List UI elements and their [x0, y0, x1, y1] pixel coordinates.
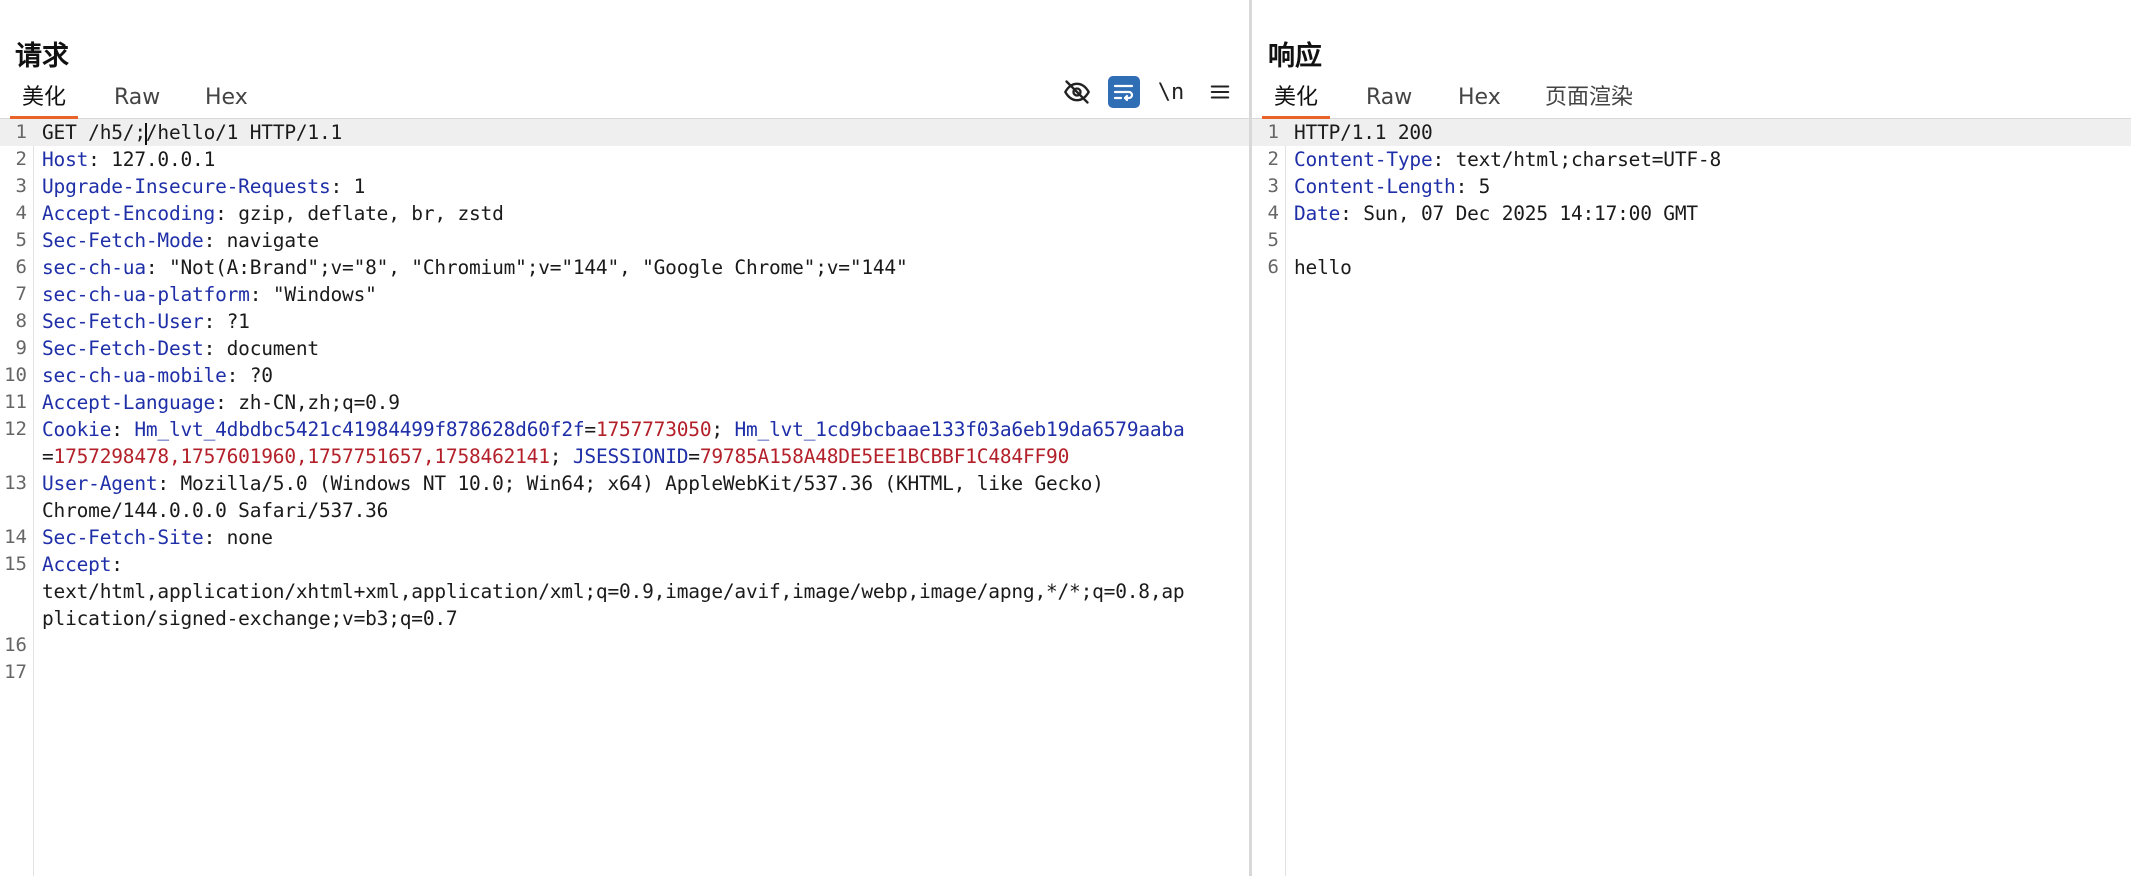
request-pane: 请求 美化 Raw Hex \n 1 GET /h5/;/hello/1 HTT…	[0, 0, 1249, 876]
response-tabs: 美化 Raw Hex 页面渲染	[1252, 80, 2131, 119]
tab-render[interactable]: 页面渲染	[1545, 84, 1633, 118]
header-line: 8 Sec-Fetch-User: ?1	[15, 310, 250, 333]
cookie-value: 1757773050	[595, 418, 712, 441]
tab-raw[interactable]: Raw	[1366, 84, 1412, 118]
response-pane: 响应 美化 Raw Hex 页面渲染 1 HTTP/1.1 200 2 Cont…	[1252, 0, 2131, 876]
tab-raw[interactable]: Raw	[114, 84, 160, 118]
header-line: 11 Accept-Language: zh-CN,zh;q=0.9	[4, 391, 400, 414]
empty-line: 5	[1267, 229, 1279, 251]
cookie-value: 1757298478,1757601960,1757751657,1758462…	[53, 445, 550, 468]
request-line: 1 GET /h5/;/hello/1 HTTP/1.1	[0, 119, 1249, 146]
newline-toggle-button[interactable]: \n	[1155, 76, 1187, 108]
header-line: 14 Sec-Fetch-Site: none	[4, 526, 273, 549]
header-line: 13 User-Agent: Mozilla/5.0 (Windows NT 1…	[4, 472, 1104, 522]
status-line: 1 HTTP/1.1 200	[1252, 119, 2131, 146]
response-title: 响应	[1268, 41, 1322, 72]
header-line: 3 Content-Length: 5	[1267, 175, 1491, 198]
request-title: 请求	[15, 41, 69, 72]
empty-line: 17	[4, 661, 27, 683]
header-line: 10 sec-ch-ua-mobile: ?0	[4, 364, 273, 387]
request-editor[interactable]: 1 GET /h5/;/hello/1 HTTP/1.1 2 Host: 127…	[0, 119, 1249, 876]
menu-icon[interactable]	[1204, 76, 1236, 108]
header-line: 7 sec-ch-ua-platform: "Windows"	[15, 283, 377, 306]
wrap-lines-icon[interactable]	[1108, 76, 1140, 108]
tab-hex[interactable]: Hex	[1458, 84, 1501, 118]
header-line: 2 Content-Type: text/html;charset=UTF-8	[1267, 148, 1722, 171]
response-editor[interactable]: 1 HTTP/1.1 200 2 Content-Type: text/html…	[1252, 119, 2131, 876]
header-line: 6 sec-ch-ua: "Not(A:Brand";v="8", "Chrom…	[15, 256, 908, 279]
header-line: 2 Host: 127.0.0.1	[15, 148, 216, 171]
header-line: 15 Accept: text/html,application/xhtml+x…	[4, 553, 1185, 630]
empty-line: 16	[4, 634, 27, 656]
header-line: 9 Sec-Fetch-Dest: document	[15, 337, 320, 360]
tab-hex[interactable]: Hex	[205, 84, 248, 118]
tab-pretty[interactable]: 美化	[1261, 84, 1331, 119]
cookie-header-line: 12 Cookie: Hm_lvt_4dbdbc5421c41984499f87…	[4, 418, 1185, 468]
cookie-value: 79785A158A48DE5EE1BCBBF1C484FF90	[699, 445, 1070, 468]
body-line: 6 hello	[1267, 256, 1352, 279]
request-tabs: 美化 Raw Hex \n	[0, 76, 1249, 119]
header-line: 3 Upgrade-Insecure-Requests: 1	[15, 175, 366, 198]
header-line: 4 Accept-Encoding: gzip, deflate, br, zs…	[15, 202, 504, 225]
eye-off-icon[interactable]	[1061, 76, 1093, 108]
tab-pretty[interactable]: 美化	[9, 84, 79, 119]
cookie-name: JSESSIONID	[572, 445, 689, 468]
header-line: 4 Date: Sun, 07 Dec 2025 14:17:00 GMT	[1267, 202, 1699, 225]
request-toolbar: \n	[1049, 76, 1249, 110]
header-line: 5 Sec-Fetch-Mode: navigate	[15, 229, 320, 252]
cookie-name: Hm_lvt_1cd9bcbaae133f03a6eb19da6579aaba	[734, 418, 1185, 441]
cookie-name: Hm_lvt_4dbdbc5421c41984499f878628d60f2f	[134, 418, 585, 441]
